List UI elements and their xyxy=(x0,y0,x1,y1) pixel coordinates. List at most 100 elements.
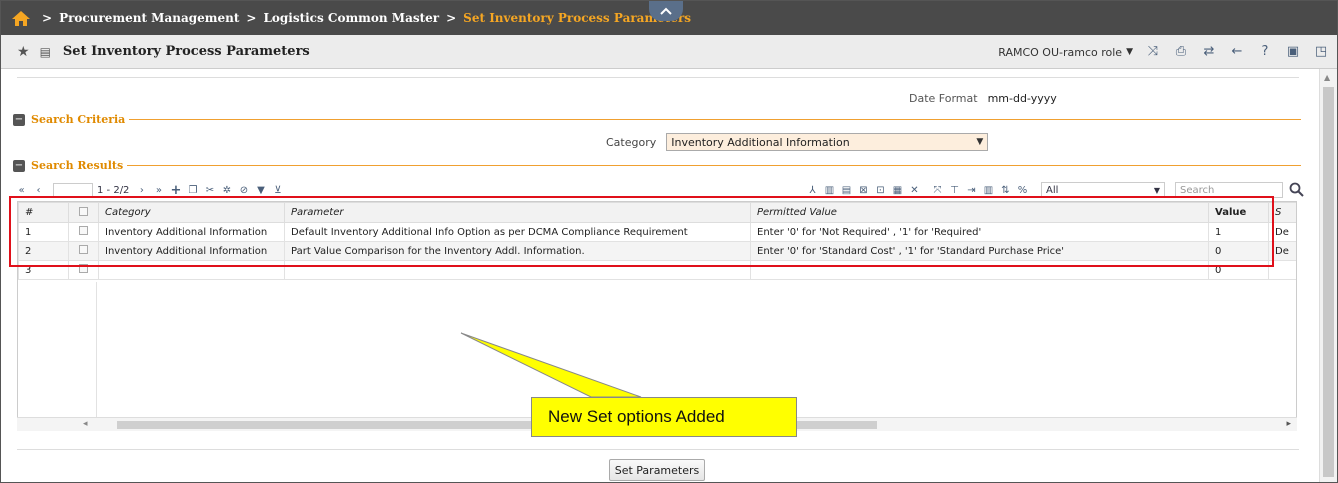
col-header-select[interactable] xyxy=(68,202,99,223)
set-parameters-button[interactable]: Set Parameters xyxy=(609,459,705,481)
table-row[interactable]: 1 Inventory Additional Information Defau… xyxy=(18,222,1296,242)
chart-icon[interactable]: ▥ xyxy=(823,184,836,197)
search-results-label: Search Results xyxy=(31,159,124,172)
category-filter: Category Inventory Additional Informatio… xyxy=(606,133,989,151)
row-checkbox[interactable] xyxy=(79,264,88,273)
col-header-number[interactable]: # xyxy=(18,202,69,223)
home-icon[interactable] xyxy=(11,9,31,27)
settings-icon[interactable]: ▣ xyxy=(1285,44,1301,60)
search-criteria-section: − Search Criteria xyxy=(13,113,1301,126)
col-header-category[interactable]: Category xyxy=(98,202,285,223)
next-page-icon[interactable]: › xyxy=(135,184,148,197)
row-category: Inventory Additional Information xyxy=(98,222,285,242)
help-icon[interactable]: ? xyxy=(1257,44,1273,60)
breadcrumb-separator: > xyxy=(246,11,257,25)
table-row[interactable]: 2 Inventory Additional Information Part … xyxy=(18,241,1296,261)
menu-icon[interactable]: ▤ xyxy=(40,45,51,59)
row-value[interactable]: 0 xyxy=(1208,241,1269,261)
row-number: 2 xyxy=(18,241,69,261)
columns-icon[interactable]: ▥ xyxy=(982,184,995,197)
pdf-icon[interactable]: ⅄ xyxy=(806,184,819,197)
collapse-criteria-toggle[interactable]: − xyxy=(13,113,25,126)
page-input[interactable] xyxy=(53,183,93,197)
collapse-results-toggle[interactable]: − xyxy=(13,159,25,172)
col-header-s[interactable]: S xyxy=(1268,202,1296,223)
col-header-parameter[interactable]: Parameter xyxy=(284,202,751,223)
row-category: Inventory Additional Information xyxy=(98,241,285,261)
first-page-icon[interactable]: « xyxy=(15,184,28,197)
page-titlebar: ★ ▤ Set Inventory Process Parameters RAM… xyxy=(1,35,1337,69)
date-format: Date Format mm-dd-yyyy xyxy=(909,92,1057,105)
select-all-checkbox[interactable] xyxy=(79,206,88,216)
percent-icon[interactable]: % xyxy=(1016,184,1029,197)
scrollbar-thumb[interactable] xyxy=(1323,87,1334,477)
table-row[interactable]: 3 0 xyxy=(18,260,1296,280)
grid-filter-value: All xyxy=(1046,184,1059,196)
callout-text: New Set options Added xyxy=(548,407,725,426)
scroll-left-icon[interactable]: ◂ xyxy=(83,419,88,429)
chevron-down-icon: ▼ xyxy=(1126,47,1133,57)
col-header-permitted-value[interactable]: Permitted Value xyxy=(750,202,1209,223)
clear-icon[interactable]: ⊘ xyxy=(237,184,250,197)
row-value[interactable]: 1 xyxy=(1208,222,1269,242)
search-results-section: − Search Results xyxy=(13,159,1301,172)
minimize-icon[interactable]: ◳ xyxy=(1313,44,1329,60)
star-icon[interactable]: ★ xyxy=(17,44,30,60)
add-row-icon[interactable]: + xyxy=(169,184,182,197)
search-icon[interactable] xyxy=(1289,182,1305,198)
sort-icon[interactable]: ⇅ xyxy=(999,184,1012,197)
grid-filter-select[interactable]: All ▼ xyxy=(1041,182,1165,198)
filter-icon[interactable]: ▼ xyxy=(254,184,267,197)
row-permitted-value: Enter '0' for 'Standard Cost' , '1' for … xyxy=(750,241,1209,261)
category-select[interactable]: Inventory Additional Information ▼ xyxy=(666,133,989,151)
shuffle-icon[interactable]: ⤨ xyxy=(1145,44,1161,60)
freeze-icon[interactable]: ⇥ xyxy=(965,184,978,197)
divider xyxy=(17,449,1299,450)
pin-icon[interactable]: ⊤ xyxy=(948,184,961,197)
row-select[interactable] xyxy=(68,260,99,280)
row-value[interactable]: 0 xyxy=(1208,260,1269,280)
row-checkbox[interactable] xyxy=(79,245,88,254)
breadcrumb-separator: > xyxy=(446,11,457,25)
swap-icon[interactable]: ⇄ xyxy=(1201,44,1217,60)
cut-icon[interactable]: ✂ xyxy=(203,184,216,197)
row-number: 3 xyxy=(18,260,69,280)
row-parameter: Default Inventory Additional Info Option… xyxy=(284,222,751,242)
expand-icon[interactable]: ⤧ xyxy=(931,184,944,197)
back-icon[interactable]: ← xyxy=(1229,44,1245,60)
grid-empty-area xyxy=(18,282,97,430)
breadcrumb-logistics[interactable]: Logistics Common Master xyxy=(263,11,439,25)
scroll-up-icon[interactable]: ▲ xyxy=(1324,73,1330,82)
excel-icon[interactable]: ⊠ xyxy=(857,184,870,197)
row-number: 1 xyxy=(18,222,69,242)
copy-icon[interactable]: ❐ xyxy=(186,184,199,197)
row-select[interactable] xyxy=(68,241,99,261)
row-select[interactable] xyxy=(68,222,99,242)
role-label: RAMCO OU-ramco role xyxy=(998,45,1123,59)
export-icon[interactable]: ✕ xyxy=(908,184,921,197)
text-icon[interactable]: ▦ xyxy=(891,184,904,197)
breadcrumb-procurement[interactable]: Procurement Management xyxy=(59,11,239,25)
grid-icon[interactable]: ▤ xyxy=(840,184,853,197)
collapse-header-button[interactable] xyxy=(649,1,683,21)
row-category xyxy=(98,260,285,280)
row-s: De xyxy=(1268,222,1296,242)
grid-search-input[interactable]: Search xyxy=(1175,182,1283,198)
scroll-right-icon[interactable]: ▸ xyxy=(1286,419,1291,429)
row-permitted-value: Enter '0' for 'Not Required' , '1' for '… xyxy=(750,222,1209,242)
col-header-value[interactable]: Value xyxy=(1208,202,1269,223)
page-title: Set Inventory Process Parameters xyxy=(62,44,310,59)
vertical-scrollbar[interactable]: ▲ xyxy=(1319,69,1337,482)
word-icon[interactable]: ⊡ xyxy=(874,184,887,197)
prev-page-icon[interactable]: ‹ xyxy=(32,184,45,197)
row-checkbox[interactable] xyxy=(79,226,88,235)
last-page-icon[interactable]: » xyxy=(152,184,165,197)
section-line xyxy=(129,119,1301,120)
clear-filter-icon[interactable]: ⊻ xyxy=(271,184,284,197)
print-icon[interactable]: ⎙ xyxy=(1173,44,1189,60)
gear-icon[interactable]: ✲ xyxy=(220,184,233,197)
search-placeholder: Search xyxy=(1180,184,1215,196)
category-label: Category xyxy=(606,135,657,149)
titlebar-actions: RAMCO OU-ramco role ▼ ⤨ ⎙ ⇄ ← ? ▣ ◳ xyxy=(998,35,1329,69)
role-selector[interactable]: RAMCO OU-ramco role ▼ xyxy=(998,46,1133,59)
